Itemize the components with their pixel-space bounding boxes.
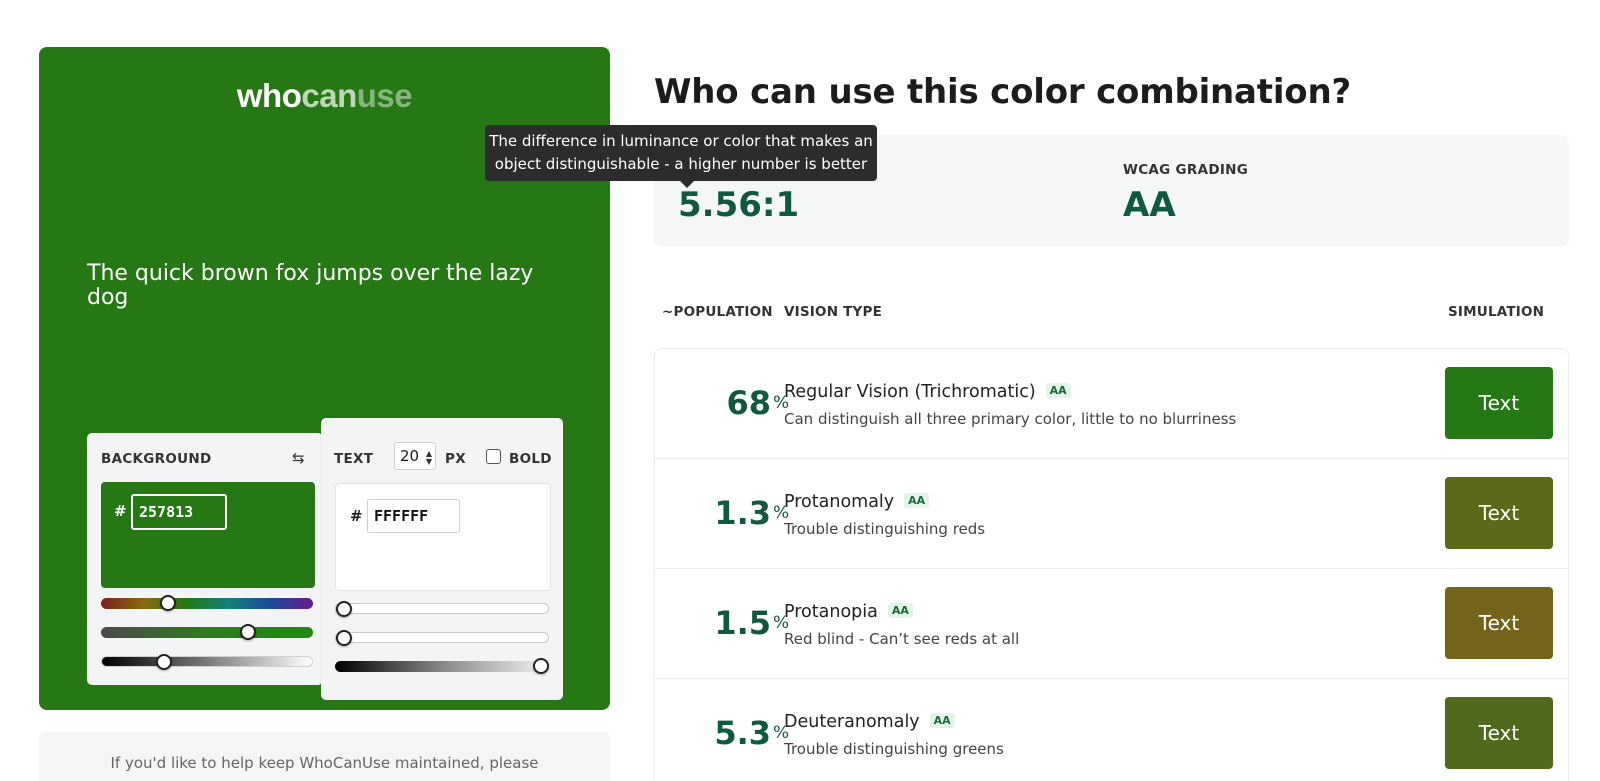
text-saturation-slider[interactable] (335, 630, 549, 646)
background-hue-slider[interactable] (101, 595, 313, 611)
text-hue-slider[interactable] (335, 601, 549, 617)
vision-type-name-text: Deuteranomaly (784, 712, 920, 732)
vision-type-name: Regular Vision (Trichromatic) AA (784, 382, 1071, 402)
text-lightness-thumb[interactable] (533, 658, 549, 674)
background-hue-thumb[interactable] (160, 595, 176, 611)
list-item: 1.5 % Protanopia AA Red blind - Can’t see… (655, 569, 1568, 679)
text-hash: # (350, 507, 363, 525)
simulation-preview: Text (1445, 477, 1553, 549)
grade-badge: AA (1045, 383, 1071, 398)
population-percent: 5.3 (714, 714, 771, 752)
background-lightness-thumb[interactable] (156, 654, 172, 670)
text-hue-thumb[interactable] (336, 601, 352, 617)
swap-arrows-icon[interactable]: ⇆ (292, 451, 310, 466)
vision-type-list: 68 % Regular Vision (Trichromatic) AA Can… (654, 348, 1569, 781)
text-swatch: # (335, 483, 551, 591)
vision-type-name-text: Regular Vision (Trichromatic) (784, 382, 1036, 402)
text-color-card: TEXT 20 ▲ ▼ PX BOLD # (321, 418, 563, 700)
vision-type-description: Can distinguish all three primary color,… (784, 410, 1237, 428)
vision-type-name: Protanomaly AA (784, 492, 930, 512)
text-size-unit: PX (445, 451, 466, 467)
population-percent: 1.5 (714, 604, 771, 642)
sample-text: The quick brown fox jumps over the lazy … (87, 261, 534, 310)
background-label: BACKGROUND (101, 451, 212, 467)
background-saturation-slider[interactable] (101, 624, 313, 640)
logo-part-can: can (301, 77, 357, 114)
list-item: 68 % Regular Vision (Trichromatic) AA Can… (655, 349, 1568, 459)
background-hash: # (114, 502, 127, 520)
vision-type-description: Red blind - Can’t see reds at all (784, 630, 1020, 648)
wcag-grading-label: WCAG GRADING (1123, 162, 1249, 178)
text-size-value: 20 (400, 447, 420, 465)
grade-badge: AA (904, 493, 930, 508)
list-item: 5.3 % Deuteranomaly AA Trouble distinguis… (655, 679, 1568, 781)
wcag-grading-value: AA (1123, 185, 1176, 225)
simulation-column-header: SIMULATION (1448, 304, 1545, 320)
grade-badge: AA (929, 713, 955, 728)
background-saturation-thumb[interactable] (240, 624, 256, 640)
population-column-header: ~POPULATION (662, 304, 773, 320)
simulation-preview: Text (1445, 367, 1553, 439)
list-item: 1.3 % Protanomaly AA Trouble distinguishi… (655, 459, 1568, 569)
vision-type-name-text: Protanopia (784, 602, 878, 622)
vision-type-description: Trouble distinguishing reds (784, 520, 986, 538)
support-text: If you'd like to help keep WhoCanUse mai… (110, 754, 539, 772)
background-color-card: BACKGROUND ⇆ # (87, 433, 323, 685)
vision-type-name: Protanopia AA (784, 602, 913, 622)
contrast-tooltip: The difference in luminance or color tha… (485, 125, 877, 188)
simulation-preview: Text (1445, 697, 1553, 769)
page-title: Who can use this color combination? (654, 72, 1351, 112)
text-size-stepper[interactable]: 20 ▲ ▼ (394, 442, 436, 470)
population-percent: 1.3 (714, 494, 771, 532)
logo: whocanuse (39, 77, 610, 115)
text-label: TEXT (334, 451, 374, 467)
background-swatch: # (101, 482, 315, 588)
text-hex-input[interactable] (367, 499, 460, 533)
background-hex-input[interactable] (131, 494, 227, 530)
support-box: If you'd like to help keep WhoCanUse mai… (39, 732, 610, 781)
grade-badge: AA (887, 603, 913, 618)
vision-type-name-text: Protanomaly (784, 492, 895, 512)
text-lightness-slider[interactable] (335, 658, 549, 674)
vision-type-name: Deuteranomaly AA (784, 712, 955, 732)
contrast-ratio-value: 5.56:1 (678, 185, 800, 225)
text-saturation-thumb[interactable] (336, 630, 352, 646)
spinner-down-icon[interactable]: ▼ (426, 458, 432, 466)
logo-part-use: use (356, 77, 413, 114)
logo-part-who: who (236, 77, 302, 114)
vision-type-description: Trouble distinguishing greens (784, 740, 1004, 758)
population-percent: 68 (726, 384, 771, 422)
background-lightness-slider[interactable] (101, 654, 313, 670)
bold-checkbox[interactable] (486, 449, 501, 464)
bold-label: BOLD (509, 451, 552, 467)
vision-type-column-header: VISION TYPE (784, 304, 882, 320)
simulation-preview: Text (1445, 587, 1553, 659)
